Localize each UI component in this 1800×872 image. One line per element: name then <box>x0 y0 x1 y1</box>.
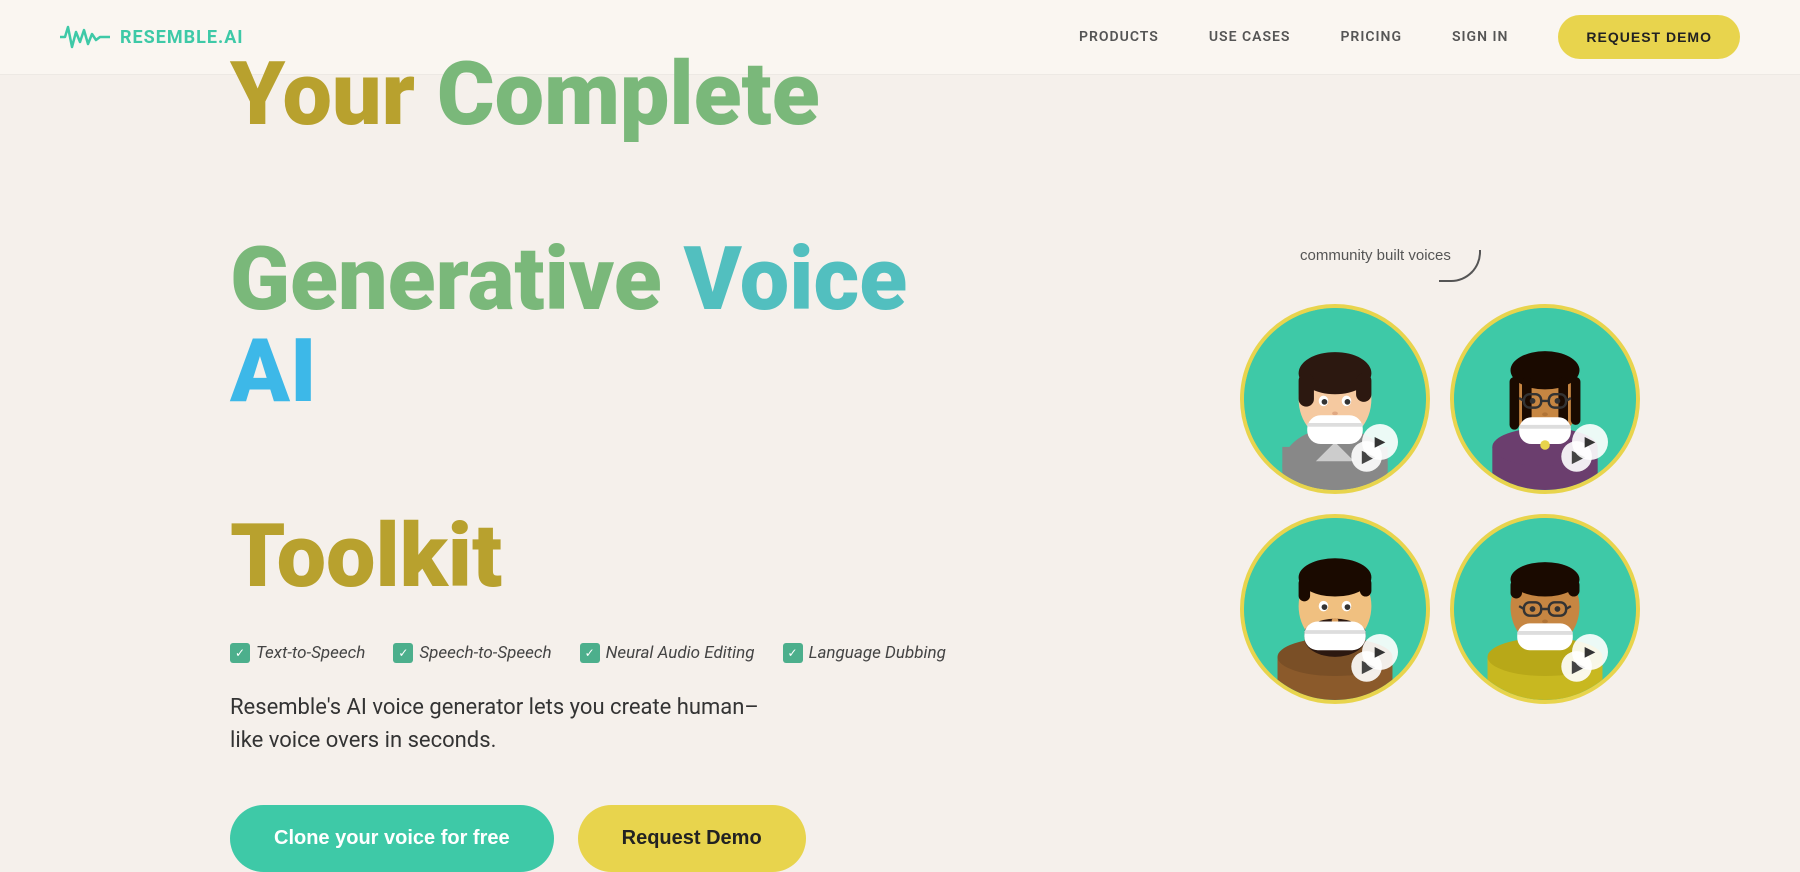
title-word-toolkit: Toolkit <box>230 505 502 608</box>
check-icon-nae: ✓ <box>580 643 600 663</box>
title-word-generative: Generative <box>230 228 662 331</box>
avatar-grid <box>1240 304 1640 704</box>
check-icon-sts: ✓ <box>393 643 413 663</box>
avatar-1-image <box>1244 308 1426 490</box>
hero-content: Your Complete Generative Voice AI Toolki… <box>230 49 980 872</box>
check-icon-ld: ✓ <box>783 643 803 663</box>
nav-links: PRODUCTS USE CASES PRICING SIGN IN REQUE… <box>1079 15 1740 59</box>
title-word-voice: Voice <box>684 228 908 331</box>
avatar-2-image <box>1454 308 1636 490</box>
logo-wave-icon <box>60 22 110 52</box>
hero-description: Resemble's AI voice generator lets you c… <box>230 691 790 757</box>
title-word-your: Your <box>230 43 415 146</box>
logo-text: RESEMBLE.AI <box>120 27 244 48</box>
avatar-4[interactable] <box>1450 514 1640 704</box>
feature-nae: ✓ Neural Audio Editing <box>580 643 755 663</box>
feature-ld: ✓ Language Dubbing <box>783 643 946 663</box>
feature-sts: ✓ Speech-to-Speech <box>393 643 551 663</box>
nav-pricing[interactable]: PRICING <box>1340 29 1402 45</box>
logo[interactable]: RESEMBLE.AI <box>60 22 244 52</box>
nav-sign-in[interactable]: SIGN IN <box>1452 29 1508 45</box>
nav-use-cases[interactable]: USE CASES <box>1209 29 1291 45</box>
nav-products[interactable]: PRODUCTS <box>1079 29 1159 45</box>
feature-tts: ✓ Text-to-Speech <box>230 643 365 663</box>
avatar-4-image <box>1454 518 1636 700</box>
avatar-3-image <box>1244 518 1426 700</box>
title-word-complete: Complete <box>437 43 820 146</box>
features-list: ✓ Text-to-Speech ✓ Speech-to-Speech ✓ Ne… <box>230 643 980 663</box>
request-demo-button[interactable]: Request Demo <box>578 805 806 872</box>
community-label: community built voices <box>1300 247 1451 264</box>
check-icon-tts: ✓ <box>230 643 250 663</box>
hero-section: Your Complete Generative Voice AI Toolki… <box>0 75 1800 846</box>
nav-request-demo-button[interactable]: REQUEST DEMO <box>1558 15 1740 59</box>
hero-title: Your Complete Generative Voice AI Toolki… <box>230 49 980 603</box>
hero-buttons: Clone your voice for free Request Demo <box>230 805 980 872</box>
title-word-ai: AI <box>230 320 317 423</box>
clone-voice-button[interactable]: Clone your voice for free <box>230 805 554 872</box>
avatar-1[interactable] <box>1240 304 1430 494</box>
avatar-3[interactable] <box>1240 514 1430 704</box>
avatar-section: community built voices <box>1240 217 1640 704</box>
avatar-2[interactable] <box>1450 304 1640 494</box>
